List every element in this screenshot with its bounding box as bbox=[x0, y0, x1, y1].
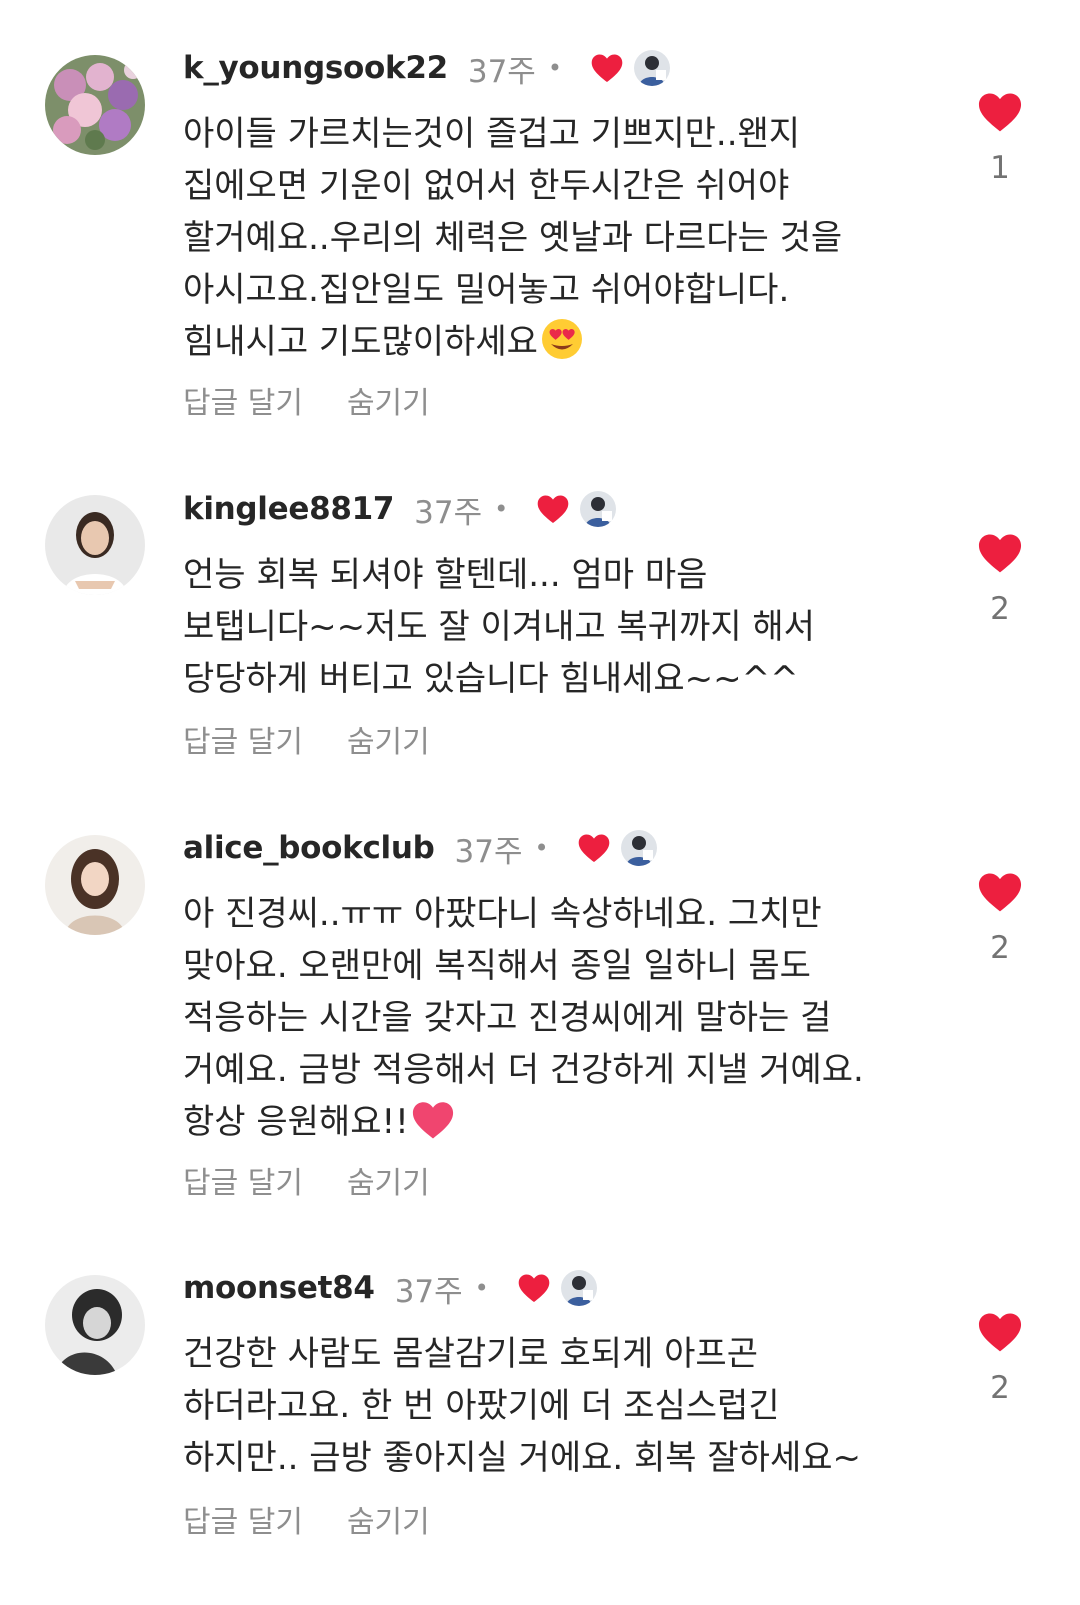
timestamp: 37주 bbox=[467, 53, 536, 90]
user-avatar-portrait[interactable] bbox=[45, 835, 145, 935]
creator-avatar bbox=[633, 50, 670, 86]
comment-line: 아 진경씨..ㅠㅠ 아팠다니 속상하네요. 그치만 bbox=[183, 894, 822, 934]
like-count: 2 bbox=[990, 1370, 1010, 1406]
username[interactable]: k_youngsook22 bbox=[183, 50, 448, 86]
like-heart-icon[interactable] bbox=[976, 531, 1024, 575]
creator-liked-heart-icon bbox=[577, 832, 611, 864]
user-avatar-portrait[interactable] bbox=[45, 1275, 145, 1375]
comment-line-last: 힘내시고 기도많이하세요 bbox=[183, 316, 943, 376]
creator-avatar bbox=[580, 491, 617, 527]
reply-button[interactable]: 답글 달기 bbox=[183, 1497, 303, 1541]
separator-dot: • bbox=[474, 1274, 489, 1302]
comment-actions: 답글 달기 숨기기 bbox=[183, 1158, 430, 1202]
comment-line: 당당하게 버티고 있습니다 힘내세요~~^^ bbox=[183, 659, 799, 699]
comment-line: 집에오면 기운이 없어서 한두시간은 쉬어야 bbox=[183, 166, 790, 206]
comment-line: 하지만.. 금방 좋아지실 거에요. 회복 잘하세요~ bbox=[183, 1438, 861, 1478]
hide-button[interactable]: 숨기기 bbox=[347, 378, 430, 422]
heart-eyes-emoji-icon bbox=[540, 317, 584, 376]
like-heart-icon[interactable] bbox=[976, 90, 1024, 134]
like-heart-icon[interactable] bbox=[976, 870, 1024, 914]
comment-line: 언능 회복 되셔야 할텐데... 엄마 마음 bbox=[183, 555, 708, 595]
comment-text: 아이들 가르치는것이 즐겁고 기쁘지만..왠지 집에오면 기운이 없어서 한두시… bbox=[183, 108, 943, 376]
comment-actions: 답글 달기 숨기기 bbox=[183, 378, 430, 422]
comment-line: 거예요. 금방 적응해서 더 건강하게 지낼 거예요. bbox=[183, 1050, 864, 1090]
creator-liked-heart-icon bbox=[536, 493, 570, 525]
comment-actions: 답글 달기 숨기기 bbox=[183, 717, 430, 761]
comment-line-text: 항상 응원해요!! bbox=[183, 1102, 409, 1142]
hide-button[interactable]: 숨기기 bbox=[347, 1158, 430, 1202]
comment-header: k_youngsook22 37주 • bbox=[183, 46, 670, 90]
comment-text: 건강한 사람도 몸살감기로 호되게 아프곤 하더라고요. 한 번 아팠기에 더 … bbox=[183, 1328, 943, 1484]
creator-liked-heart-icon bbox=[590, 52, 624, 84]
comment-line: 건강한 사람도 몸살감기로 호되게 아프곤 bbox=[183, 1334, 758, 1374]
comment-line: 하더라고요. 한 번 아팠기에 더 조심스럽긴 bbox=[183, 1386, 780, 1426]
comment-header: alice_bookclub 37주 • bbox=[183, 826, 657, 870]
username[interactable]: alice_bookclub bbox=[183, 830, 435, 866]
like-control[interactable]: 2 bbox=[975, 531, 1025, 627]
hide-button[interactable]: 숨기기 bbox=[347, 717, 430, 761]
user-avatar-portrait[interactable] bbox=[45, 495, 145, 595]
comment-line-last: 항상 응원해요!! bbox=[183, 1096, 943, 1156]
like-count: 1 bbox=[990, 150, 1010, 186]
comment-header: moonset84 37주 • bbox=[183, 1266, 597, 1310]
creator-avatar bbox=[560, 1270, 597, 1306]
like-count: 2 bbox=[990, 930, 1010, 966]
comment-line: 아시고요.집안일도 밀어놓고 쉬어야합니다. bbox=[183, 270, 790, 310]
like-control[interactable]: 1 bbox=[975, 90, 1025, 186]
username[interactable]: moonset84 bbox=[183, 1270, 375, 1306]
creator-avatar bbox=[620, 830, 657, 866]
username[interactable]: kinglee8817 bbox=[183, 491, 394, 527]
reply-button[interactable]: 답글 달기 bbox=[183, 1158, 303, 1202]
creator-liked-heart-icon bbox=[517, 1272, 551, 1304]
pink-heart-emoji-icon bbox=[411, 1099, 455, 1156]
comment-line: 맞아요. 오랜만에 복직해서 종일 일하니 몸도 bbox=[183, 946, 811, 986]
timestamp: 37주 bbox=[394, 1273, 463, 1310]
like-control[interactable]: 2 bbox=[975, 1310, 1025, 1406]
comment-actions: 답글 달기 숨기기 bbox=[183, 1497, 430, 1541]
comment-line-text: 힘내시고 기도많이하세요 bbox=[183, 322, 538, 362]
separator-dot: • bbox=[547, 54, 562, 82]
comment-line: 아이들 가르치는것이 즐겁고 기쁘지만..왠지 bbox=[183, 114, 801, 154]
comment-text: 언능 회복 되셔야 할텐데... 엄마 마음 보탭니다~~저도 잘 이겨내고 복… bbox=[183, 549, 943, 705]
comment-line: 적응하는 시간을 갖자고 진경씨에게 말하는 걸 bbox=[183, 998, 832, 1038]
reply-button[interactable]: 답글 달기 bbox=[183, 717, 303, 761]
timestamp: 37주 bbox=[414, 494, 483, 531]
timestamp: 37주 bbox=[454, 833, 523, 870]
separator-dot: • bbox=[534, 834, 549, 862]
like-control[interactable]: 2 bbox=[975, 870, 1025, 966]
comment-line: 보탭니다~~저도 잘 이겨내고 복귀까지 해서 bbox=[183, 607, 815, 647]
like-count: 2 bbox=[990, 591, 1010, 627]
like-heart-icon[interactable] bbox=[976, 1310, 1024, 1354]
comment-text: 아 진경씨..ㅠㅠ 아팠다니 속상하네요. 그치만 맞아요. 오랜만에 복직해서… bbox=[183, 888, 943, 1156]
comment-line: 할거예요..우리의 체력은 옛날과 다르다는 것을 bbox=[183, 218, 843, 258]
separator-dot: • bbox=[494, 495, 509, 523]
reply-button[interactable]: 답글 달기 bbox=[183, 378, 303, 422]
hide-button[interactable]: 숨기기 bbox=[347, 1497, 430, 1541]
comment-header: kinglee8817 37주 • bbox=[183, 487, 617, 531]
user-avatar-flowers[interactable] bbox=[45, 55, 145, 155]
